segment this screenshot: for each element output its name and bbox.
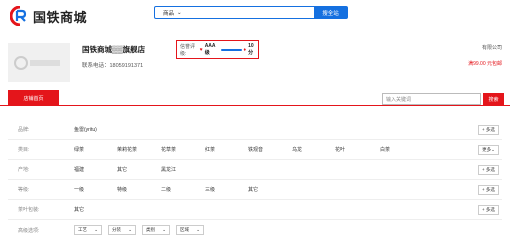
filter-option[interactable]: 其它 — [117, 166, 161, 173]
site-logo[interactable]: 国铁商城 — [9, 5, 94, 27]
filter-row-origin: 产地: 福建 其它 黑龙江 + 多选 — [8, 160, 502, 180]
select-label: 类别 — [146, 227, 155, 232]
search-category-select[interactable]: 商品 ⌄ — [155, 7, 314, 18]
filter-panel: 品牌: 鱼雷(yritu) + 多选 类目: 绿茶 茉莉花茶 花草茶 红茶 铁观… — [8, 120, 502, 240]
filter-option[interactable]: 三级 — [205, 186, 248, 193]
keyword-input[interactable]: 输入关键词 — [382, 93, 481, 105]
heart-icon: ♥ — [199, 46, 203, 53]
filter-option[interactable]: 花草茶 — [161, 146, 205, 153]
advanced-select-packing[interactable]: 分装 ⌄ — [108, 225, 136, 235]
chevron-down-icon: ⌄ — [196, 227, 200, 232]
more-label: 更多 — [482, 147, 492, 152]
chevron-down-icon: ⌄ — [491, 147, 495, 152]
filter-label: 产地: — [18, 167, 30, 173]
advanced-select-craft[interactable]: 工艺 ⌄ — [74, 225, 102, 235]
filter-option[interactable]: 茉莉花茶 — [117, 146, 161, 153]
filter-row-category: 类目: 绿茶 茉莉花茶 花草茶 红茶 铁观音 乌龙 花叶 白茶 更多 ⌄ — [8, 140, 502, 160]
filter-option[interactable]: 黑龙江 — [161, 166, 176, 173]
logo-text: 国铁商城 — [33, 9, 88, 25]
shop-nav: 店铺首页 输入关键词 搜索 — [0, 90, 510, 106]
shop-header: 国铁商城▒▒旗舰店 联系电话：18059191371 信誉评级: ♥ AAA 级… — [0, 36, 510, 86]
filter-label: 类目: — [18, 147, 30, 153]
filter-option[interactable]: 花叶 — [335, 146, 380, 153]
more-button[interactable]: 更多 ⌄ — [478, 145, 499, 155]
select-label: 分装 — [112, 227, 121, 232]
filter-option[interactable]: 白茶 — [380, 146, 390, 153]
shop-name: 国铁商城▒▒旗舰店 — [82, 45, 146, 54]
shop-logo-image — [8, 43, 70, 82]
multi-select-button[interactable]: + 多选 — [478, 125, 499, 135]
shop-phone: 联系电话：18059191371 — [82, 63, 144, 69]
keyword-search-button[interactable]: 搜索 — [483, 93, 504, 105]
filter-row-brand: 品牌: 鱼雷(yritu) + 多选 — [8, 120, 502, 140]
rating-level: AAA 级 — [204, 43, 216, 56]
chevron-down-icon: ⌄ — [128, 227, 132, 232]
filter-option[interactable]: 乌龙 — [292, 146, 335, 153]
rating-bar — [220, 48, 242, 51]
filter-option[interactable]: 其它 — [248, 186, 258, 193]
filter-option[interactable]: 绿茶 — [74, 146, 117, 153]
filter-option[interactable]: 福建 — [74, 166, 117, 173]
shop-home-tab[interactable]: 店铺首页 — [8, 90, 59, 106]
filter-row-grade: 等级: 一级 特级 二级 三级 其它 + 多选 — [8, 180, 502, 200]
filter-option[interactable]: 红茶 — [205, 146, 248, 153]
free-shipping-note: 满99.00 元包邮 — [468, 61, 502, 67]
filter-row-advanced: 高级选项: 工艺 ⌄ 分装 ⌄ 类别 ⌄ 区域 ⌄ — [8, 220, 502, 240]
search-all-button[interactable]: 搜全站 — [314, 7, 347, 18]
filter-label: 品牌: — [18, 127, 30, 133]
filter-label: 等级: — [18, 187, 30, 193]
global-search: 商品 ⌄ 搜全站 — [154, 6, 348, 19]
chevron-down-icon: ⌄ — [177, 9, 182, 16]
filter-option[interactable]: 一级 — [74, 186, 117, 193]
filter-option[interactable]: 特级 — [117, 186, 161, 193]
filter-option[interactable]: 铁观音 — [248, 146, 292, 153]
filter-row-packaging: 茶叶包装: 其它 + 多选 — [8, 200, 502, 220]
advanced-select-type[interactable]: 类别 ⌄ — [142, 225, 170, 235]
filter-option[interactable]: 其它 — [74, 206, 84, 213]
chevron-down-icon: ⌄ — [94, 227, 98, 232]
select-label: 工艺 — [78, 227, 87, 232]
flame-icon: ♦ — [243, 46, 247, 53]
filter-label: 高级选项: — [18, 227, 40, 234]
multi-select-button[interactable]: + 多选 — [478, 185, 499, 195]
filter-option[interactable]: 二级 — [161, 186, 205, 193]
chevron-down-icon: ⌄ — [162, 227, 166, 232]
select-label: 区域 — [180, 227, 189, 232]
multi-select-button[interactable]: + 多选 — [478, 165, 499, 175]
rating-label: 信誉评级: — [180, 43, 196, 57]
search-category-label: 商品 — [163, 10, 175, 17]
filter-label: 茶叶包装: — [18, 207, 40, 213]
multi-select-button[interactable]: + 多选 — [478, 205, 499, 215]
company-suffix: 有限公司 — [481, 45, 502, 51]
shop-rating: 信誉评级: ♥ AAA 级 ♦ 10 分 — [176, 40, 259, 59]
advanced-select-region[interactable]: 区域 ⌄ — [176, 225, 204, 235]
rating-score: 10 分 — [248, 43, 254, 56]
logo-mark-icon — [9, 5, 30, 27]
filter-option[interactable]: 鱼雷(yritu) — [74, 126, 97, 133]
